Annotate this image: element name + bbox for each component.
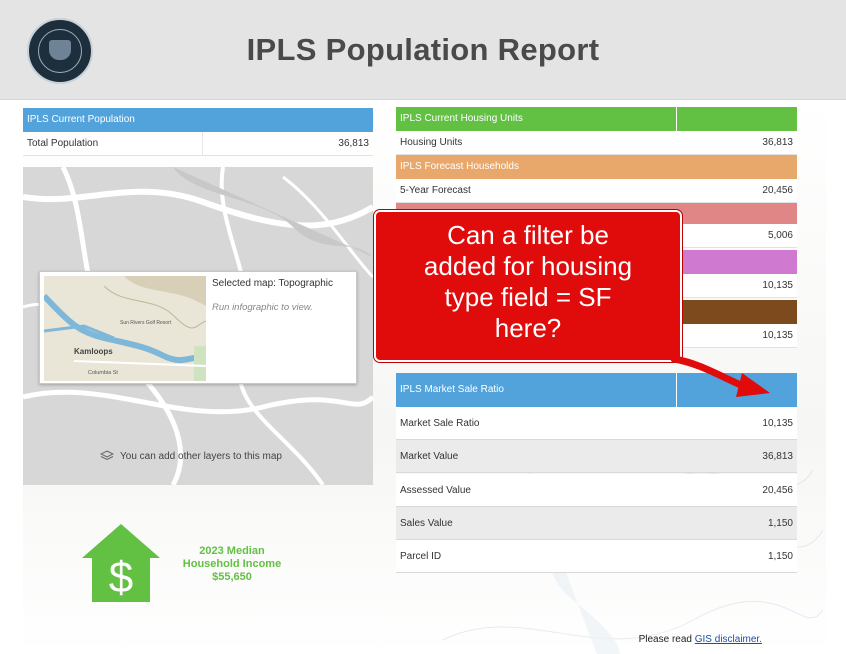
income-line-2: Household Income: [182, 558, 282, 570]
purple-table-value: 10,135: [762, 280, 793, 291]
header-bar: IPLS Population Report: [0, 0, 846, 100]
selected-map-title: Selected map: Topographic: [212, 278, 334, 289]
total-population-row: Total Population 36,813: [23, 132, 373, 156]
forecast-population-value: 5,006: [767, 230, 793, 241]
svg-text:$: $: [109, 553, 133, 602]
housing-units-header: IPLS Current Housing Units: [396, 107, 797, 131]
forecast-households-row: 5-Year Forecast 20,456: [396, 179, 797, 203]
map-layers-note-text: You can add other layers to this map: [120, 450, 282, 462]
forecast-households-value: 20,456: [762, 185, 793, 196]
house-dollar-icon: $: [82, 524, 160, 602]
callout-line-2: added for housing: [423, 251, 633, 281]
forecast-households-label: 5-Year Forecast: [400, 185, 471, 196]
run-infographic-note: Run infographic to view.: [212, 302, 313, 313]
housing-units-row: Housing Units 36,813: [396, 131, 797, 155]
callout-line-1: Can a filter be: [447, 220, 609, 250]
page-title: IPLS Population Report: [246, 32, 600, 67]
callout-line-3: type field = SF: [444, 282, 612, 312]
housing-units-label: Housing Units: [400, 137, 463, 148]
median-income-block: 2023 Median Household Income $55,650: [173, 545, 291, 584]
footer-prefix: Please read: [638, 634, 692, 645]
income-line-3: $55,650: [212, 571, 252, 583]
market-row-1: Market Sale Ratio 10,135: [396, 407, 797, 440]
thumb-label-kamloops: Kamloops: [74, 347, 113, 356]
market-row-5: Parcel ID 1,150: [396, 540, 797, 573]
map-layers-note: You can add other layers to this map: [100, 450, 282, 462]
annotation-arrow-icon: [670, 355, 770, 397]
housing-units-value: 36,813: [762, 137, 793, 148]
layers-icon: [100, 450, 114, 461]
market-row-4: Sales Value 1,150: [396, 507, 797, 540]
total-population-value: 36,813: [338, 138, 369, 149]
gis-disclaimer-link[interactable]: GIS disclaimer.: [695, 634, 762, 645]
callout-line-4: here?: [494, 313, 562, 343]
market-row-2: Market Value 36,813: [396, 440, 797, 473]
footer-disclaimer: Please read GIS disclaimer.: [639, 634, 762, 645]
total-population-label: Total Population: [27, 138, 99, 149]
current-population-header: IPLS Current Population: [23, 108, 373, 132]
thumb-label-golf: Sun Rivers Golf Resort: [120, 320, 172, 326]
brown-table-value: 10,135: [762, 330, 793, 341]
topographic-thumbnail: Kamloops Sun Rivers Golf Resort Columbia…: [44, 276, 206, 381]
income-line-1: 2023 Median: [199, 545, 265, 557]
annotation-callout: Can a filter be added for housing type f…: [373, 209, 683, 363]
selected-map-card: Kamloops Sun Rivers Golf Resort Columbia…: [39, 271, 357, 384]
forecast-households-header: IPLS Forecast Households: [396, 155, 797, 179]
thumb-label-columbia: Columbia St: [88, 370, 118, 376]
market-row-3: Assessed Value 20,456: [396, 474, 797, 507]
